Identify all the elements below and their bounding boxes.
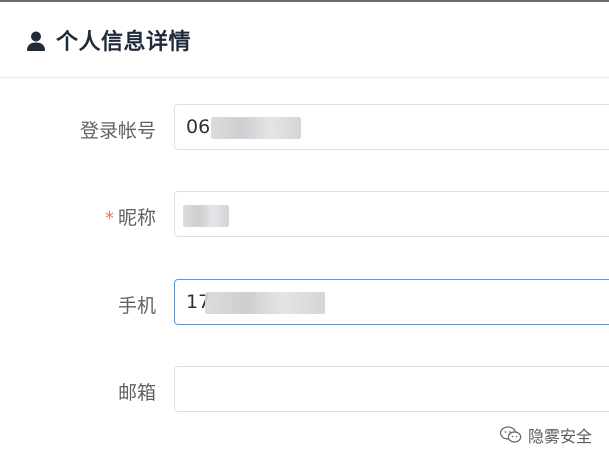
email-label: 邮箱	[117, 382, 156, 404]
nickname-label-text: 昵称	[117, 207, 156, 229]
redacted-mask	[183, 205, 229, 227]
form-row-account: 登录帐号	[0, 104, 609, 152]
nickname-label: * 昵称	[105, 203, 156, 230]
form-row-nickname: * 昵称	[0, 191, 609, 239]
profile-page: 个人信息详情 登录帐号 *昵称 手机 邮箱 隐雾安全	[0, 0, 609, 463]
watermark-text: 隐雾安全	[528, 427, 593, 446]
form-row-email: 邮箱	[0, 366, 609, 414]
form-row-phone: 手机	[0, 279, 609, 327]
page-header: 个人信息详情	[0, 2, 609, 78]
redacted-mask	[205, 292, 325, 314]
page-title: 个人信息详情	[56, 30, 192, 55]
required-asterisk: *	[104, 208, 114, 229]
account-label: 登录帐号	[79, 120, 156, 142]
user-icon	[27, 31, 45, 51]
watermark: 隐雾安全	[500, 424, 592, 446]
phone-label: 手机	[117, 295, 156, 317]
wechat-icon	[500, 426, 522, 443]
redacted-mask	[211, 117, 301, 139]
email-input[interactable]	[174, 366, 609, 412]
nickname-input[interactable]	[174, 191, 609, 237]
